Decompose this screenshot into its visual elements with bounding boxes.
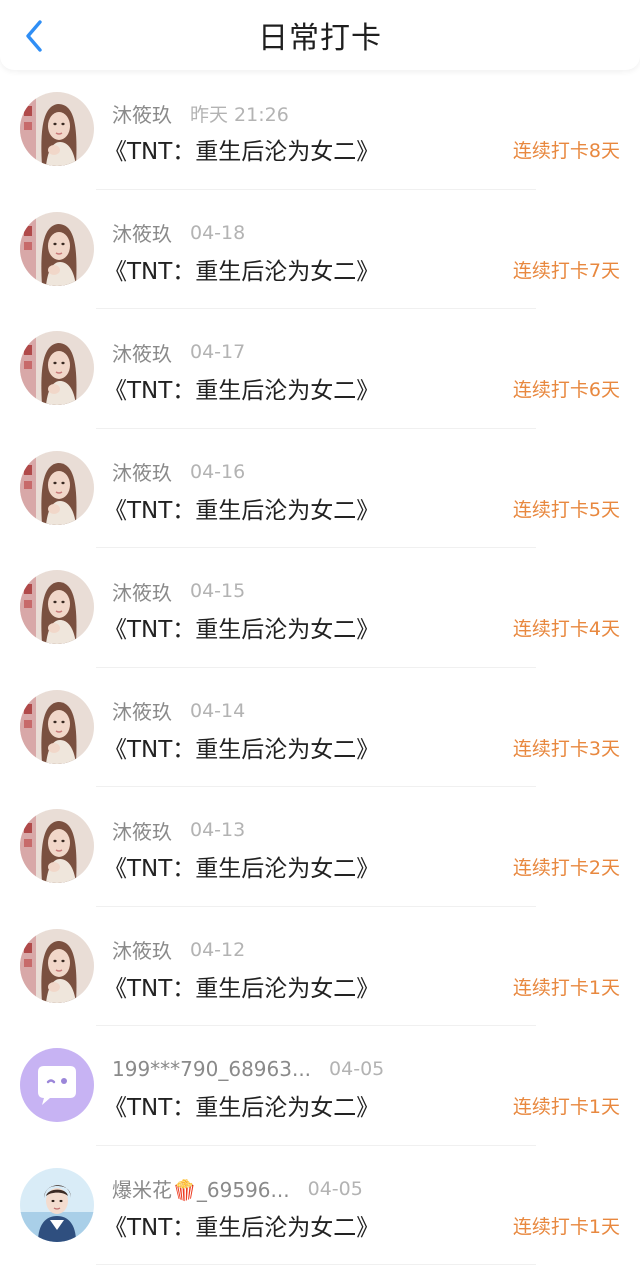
list-item[interactable]: 沐筱玖 04-16 《TNT：重生后沦为女二》 连续打卡5天 — [0, 429, 640, 548]
list-item[interactable]: 爆米花🍿_69596... 04-05 《TNT：重生后沦为女二》 连续打卡1天 — [0, 1146, 640, 1265]
chat-bubble-avatar[interactable] — [20, 1048, 94, 1122]
streak-label: 连续打卡1天 — [512, 976, 620, 999]
photo-boy-avatar[interactable] — [20, 1167, 94, 1242]
item-meta: 沐筱玖 04-12 — [112, 935, 246, 964]
item-meta: 爆米花🍿_69596... 04-05 — [112, 1174, 363, 1203]
photo-girl-avatar[interactable] — [20, 689, 94, 764]
photo-girl-avatar[interactable] — [20, 92, 94, 166]
user-name[interactable]: 沐筱玖 — [112, 218, 172, 247]
divider — [96, 1264, 536, 1265]
photo-girl-avatar[interactable] — [20, 570, 94, 644]
item-meta: 沐筱玖 昨天 21:26 — [112, 99, 289, 128]
user-name[interactable]: 199***790_68963... — [112, 1057, 311, 1081]
book-title: 《TNT：重生后沦为女二》 — [104, 736, 380, 763]
list-item[interactable]: 199***790_68963... 04-05 《TNT：重生后沦为女二》 连… — [0, 1026, 640, 1146]
photo-girl-avatar[interactable] — [20, 928, 94, 1003]
top-nav-bar: 日常打卡 — [0, 0, 640, 70]
checkin-date: 04-05 — [307, 1177, 363, 1200]
item-meta: 199***790_68963... 04-05 — [112, 1056, 384, 1082]
photo-girl-avatar[interactable] — [20, 331, 94, 405]
book-title: 《TNT：重生后沦为女二》 — [104, 1095, 380, 1121]
checkin-date: 04-18 — [190, 221, 246, 244]
user-name[interactable]: 沐筱玖 — [112, 696, 172, 725]
item-meta: 沐筱玖 04-13 — [112, 816, 246, 845]
item-meta: 沐筱玖 04-18 — [112, 218, 246, 247]
book-title: 《TNT：重生后沦为女二》 — [104, 1214, 380, 1241]
item-meta: 沐筱玖 04-14 — [112, 696, 246, 725]
user-name[interactable]: 沐筱玖 — [112, 577, 172, 606]
book-title: 《TNT：重生后沦为女二》 — [104, 139, 380, 165]
streak-label: 连续打卡1天 — [512, 1096, 620, 1118]
checkin-date: 昨天 21:26 — [190, 103, 289, 126]
photo-girl-avatar[interactable] — [20, 211, 94, 286]
checkin-date: 04-05 — [329, 1058, 385, 1080]
photo-girl-avatar[interactable] — [20, 809, 94, 883]
book-title: 《TNT：重生后沦为女二》 — [104, 378, 380, 404]
user-name[interactable]: 沐筱玖 — [112, 935, 172, 964]
user-name[interactable]: 爆米花🍿_69596... — [112, 1174, 290, 1203]
user-name[interactable]: 沐筱玖 — [112, 99, 172, 128]
item-meta: 沐筱玖 04-16 — [112, 457, 246, 486]
checkin-date: 04-17 — [190, 341, 246, 363]
user-name[interactable]: 沐筱玖 — [112, 457, 172, 486]
checkin-date: 04-14 — [190, 699, 246, 722]
user-name[interactable]: 沐筱玖 — [112, 816, 172, 845]
list-item[interactable]: 沐筱玖 04-14 《TNT：重生后沦为女二》 连续打卡3天 — [0, 668, 640, 787]
book-title: 《TNT：重生后沦为女二》 — [104, 975, 380, 1002]
list-item[interactable]: 沐筱玖 昨天 21:26 《TNT：重生后沦为女二》 连续打卡8天 — [0, 70, 640, 190]
checkin-date: 04-12 — [190, 938, 246, 961]
page-title: 日常打卡 — [258, 21, 382, 56]
streak-label: 连续打卡4天 — [512, 618, 620, 640]
streak-label: 连续打卡5天 — [512, 498, 620, 521]
item-meta: 沐筱玖 04-15 — [112, 577, 246, 606]
book-title: 《TNT：重生后沦为女二》 — [104, 856, 380, 882]
streak-label: 连续打卡7天 — [512, 259, 620, 282]
list-item[interactable]: 沐筱玖 04-18 《TNT：重生后沦为女二》 连续打卡7天 — [0, 190, 640, 309]
streak-label: 连续打卡3天 — [512, 737, 620, 760]
user-name[interactable]: 沐筱玖 — [112, 338, 172, 367]
checkin-date: 04-13 — [190, 819, 246, 841]
checkin-date: 04-16 — [190, 460, 246, 483]
streak-label: 连续打卡6天 — [512, 379, 620, 401]
checkin-date: 04-15 — [190, 580, 246, 602]
item-meta: 沐筱玖 04-17 — [112, 338, 246, 367]
list-item[interactable]: 沐筱玖 04-17 《TNT：重生后沦为女二》 连续打卡6天 — [0, 309, 640, 429]
streak-label: 连续打卡8天 — [512, 140, 620, 162]
book-title: 《TNT：重生后沦为女二》 — [104, 617, 380, 643]
checkin-list: 沐筱玖 昨天 21:26 《TNT：重生后沦为女二》 连续打卡8天 沐筱玖 04… — [0, 70, 640, 1265]
streak-label: 连续打卡1天 — [512, 1215, 620, 1238]
list-item[interactable]: 沐筱玖 04-15 《TNT：重生后沦为女二》 连续打卡4天 — [0, 548, 640, 668]
photo-girl-avatar[interactable] — [20, 450, 94, 525]
list-item[interactable]: 沐筱玖 04-12 《TNT：重生后沦为女二》 连续打卡1天 — [0, 907, 640, 1026]
streak-label: 连续打卡2天 — [512, 857, 620, 879]
book-title: 《TNT：重生后沦为女二》 — [104, 258, 380, 285]
book-title: 《TNT：重生后沦为女二》 — [104, 497, 380, 524]
list-item[interactable]: 沐筱玖 04-13 《TNT：重生后沦为女二》 连续打卡2天 — [0, 787, 640, 907]
